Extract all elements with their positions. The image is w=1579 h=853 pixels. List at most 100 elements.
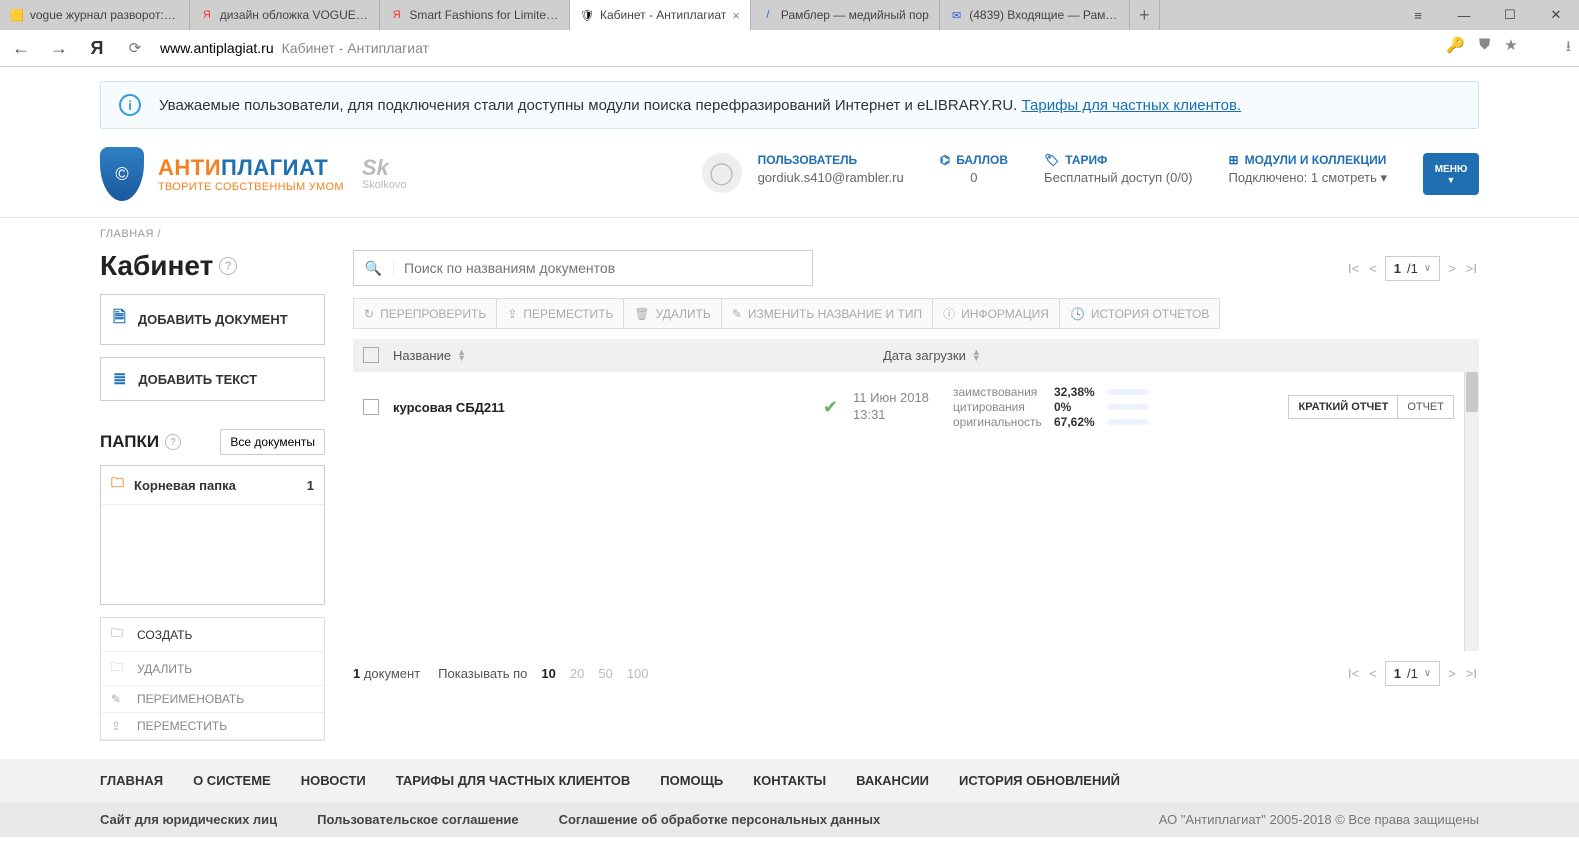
- footer-copyright: АО "Антиплагиат" 2005-2018 © Все права з…: [1159, 812, 1479, 827]
- pager-bottom: I< < 1/1∨ > >I: [1346, 661, 1479, 686]
- per-page-option[interactable]: 10: [541, 666, 555, 681]
- page-next-icon[interactable]: >: [1446, 666, 1458, 681]
- help-icon[interactable]: ?: [219, 257, 237, 275]
- logo[interactable]: © АНТИПЛАГИАТ ТВОРИТЕ СОБСТВЕННЫМ УМОМ S…: [100, 147, 406, 201]
- skolkovo-badge: SkSkolkovo: [362, 157, 407, 191]
- toolbar-rename[interactable]: ✎ИЗМЕНИТЬ НАЗВАНИЕ И ТИП: [722, 298, 933, 329]
- help-icon[interactable]: ?: [165, 434, 181, 450]
- stat-tariff: 🏷ТАРИФ Бесплатный доступ (0/0): [1044, 153, 1192, 185]
- toolbar-recheck[interactable]: ↻ПЕРЕПРОВЕРИТЬ: [353, 298, 497, 329]
- footer-biz-link[interactable]: Сайт для юридических лиц: [100, 812, 277, 827]
- page-indicator[interactable]: 1/1∨: [1385, 661, 1440, 686]
- toolbar-delete[interactable]: 🗑УДАЛИТЬ: [624, 298, 721, 329]
- stat-modules[interactable]: ⊞МОДУЛИ И КОЛЛЕКЦИИ Подключено: 1 смотре…: [1229, 153, 1387, 186]
- page-indicator[interactable]: 1/1∨: [1385, 256, 1440, 281]
- browser-tab[interactable]: ЯSmart Fashions for Limited In: [380, 0, 570, 30]
- hamburger-icon[interactable]: ≡: [1395, 0, 1441, 30]
- page-first-icon[interactable]: I<: [1346, 261, 1361, 276]
- logo-shield-icon: ©: [100, 147, 144, 201]
- search-input[interactable]: [394, 260, 812, 276]
- sort-icon[interactable]: ▲▼: [457, 349, 466, 361]
- page-last-icon[interactable]: >I: [1464, 666, 1479, 681]
- footer-nav-link[interactable]: ГЛАВНАЯ: [100, 773, 163, 788]
- refresh-icon: ↻: [364, 307, 374, 321]
- close-tab-icon[interactable]: ×: [732, 8, 740, 23]
- edit-icon: ✎: [732, 307, 742, 321]
- search-icon[interactable]: 🔍: [354, 260, 394, 277]
- window-minimize[interactable]: —: [1441, 0, 1487, 30]
- toolbar-move[interactable]: ⇪ПЕРЕМЕСТИТЬ: [497, 298, 624, 329]
- footer-terms-link[interactable]: Пользовательское соглашение: [317, 812, 518, 827]
- stat-user: ПОЛЬЗОВАТЕЛЬ gordiuk.s410@rambler.ru: [758, 153, 904, 185]
- window-close[interactable]: ✕: [1533, 0, 1579, 30]
- report-button[interactable]: ОТЧЕТ: [1398, 395, 1454, 419]
- export-icon: ⇪: [507, 307, 517, 321]
- reload-icon[interactable]: ⟳: [122, 39, 148, 57]
- page-prev-icon[interactable]: <: [1367, 261, 1379, 276]
- scrollbar[interactable]: [1464, 372, 1479, 651]
- nav-back[interactable]: ←: [8, 38, 34, 59]
- all-documents-button[interactable]: Все документы: [220, 429, 325, 455]
- per-page-option[interactable]: 20: [570, 666, 584, 681]
- nav-forward[interactable]: →: [46, 38, 72, 59]
- notice-link[interactable]: Тарифы для частных клиентов.: [1022, 97, 1242, 114]
- footer-nav-link[interactable]: ТАРИФЫ ДЛЯ ЧАСТНЫХ КЛИЕНТОВ: [396, 773, 630, 788]
- footer-nav-link[interactable]: НОВОСТИ: [301, 773, 366, 788]
- tag-icon: 🏷: [1044, 153, 1059, 167]
- sort-icon[interactable]: ▲▼: [972, 349, 981, 361]
- footer-nav-link[interactable]: ВАКАНСИИ: [856, 773, 929, 788]
- footer-nav-link[interactable]: О СИСТЕМЕ: [193, 773, 271, 788]
- browser-tab[interactable]: /Рамблер — медийный пор: [751, 0, 940, 30]
- page-prev-icon[interactable]: <: [1367, 666, 1379, 681]
- url-host: www.antiplagiat.ru: [160, 40, 274, 56]
- toolbar-history[interactable]: 🕓ИСТОРИЯ ОТЧЕТОВ: [1060, 298, 1220, 329]
- page-title: Кабинет?: [100, 250, 325, 282]
- key-icon[interactable]: 🔑: [1446, 36, 1465, 61]
- browser-tab[interactable]: 🛡Кабинет - Антиплагиат×: [570, 0, 751, 30]
- bookmark-star-icon[interactable]: ★: [1504, 36, 1517, 61]
- footer-nav-link[interactable]: ПОМОЩЬ: [660, 773, 723, 788]
- page-last-icon[interactable]: >I: [1464, 261, 1479, 276]
- doc-name[interactable]: курсовая СБД211: [393, 400, 823, 415]
- window-maximize[interactable]: ☐: [1487, 0, 1533, 30]
- chevron-down-icon: ∨: [1424, 263, 1431, 274]
- document-plus-icon: 🗎: [113, 306, 126, 333]
- folder-root[interactable]: 🗀 Корневая папка 1: [101, 466, 324, 505]
- row-checkbox[interactable]: [363, 399, 379, 415]
- menu-button[interactable]: МЕНЮ▼: [1423, 153, 1479, 195]
- select-all-checkbox[interactable]: [363, 347, 379, 363]
- pager-top: I< < 1/1∨ > >I: [1346, 256, 1479, 281]
- folder-create[interactable]: 🗀СОЗДАТЬ: [101, 618, 324, 652]
- folders-heading: ПАПКИ: [100, 432, 159, 452]
- modules-icon: ⊞: [1229, 153, 1239, 167]
- add-text-button[interactable]: ≣ ДОБАВИТЬ ТЕКСТ: [100, 357, 325, 401]
- page-next-icon[interactable]: >: [1446, 261, 1458, 276]
- add-document-button[interactable]: 🗎 ДОБАВИТЬ ДОКУМЕНТ: [100, 294, 325, 345]
- shield-icon-small[interactable]: ⛊: [1479, 36, 1490, 61]
- yandex-home[interactable]: Я: [84, 38, 110, 59]
- breadcrumb[interactable]: ГЛАВНАЯ /: [100, 228, 1479, 240]
- address-bar[interactable]: www.antiplagiat.ru Кабинет - Антиплагиат: [160, 40, 1434, 56]
- short-report-button[interactable]: КРАТКИЙ ОТЧЕТ: [1288, 395, 1398, 419]
- url-title: Кабинет - Антиплагиат: [282, 40, 429, 56]
- search-box: 🔍: [353, 250, 813, 286]
- pencil-icon: ✎: [111, 692, 127, 706]
- per-page-option[interactable]: 100: [627, 666, 649, 681]
- new-tab-button[interactable]: +: [1130, 0, 1160, 30]
- toolbar-info[interactable]: ⓘИНФОРМАЦИЯ: [933, 298, 1060, 329]
- browser-tab[interactable]: Ядизайн обложка VOGUE ре: [190, 0, 380, 30]
- col-date[interactable]: Дата загрузки: [883, 348, 966, 363]
- avatar-icon: ◯: [702, 153, 742, 193]
- per-page-option[interactable]: 50: [598, 666, 612, 681]
- download-icon[interactable]: ⭳: [1566, 36, 1571, 61]
- footer-privacy-link[interactable]: Соглашение об обработке персональных дан…: [559, 812, 881, 827]
- footer-nav-link[interactable]: КОНТАКТЫ: [753, 773, 826, 788]
- col-name[interactable]: Название: [393, 348, 451, 363]
- page-first-icon[interactable]: I<: [1346, 666, 1361, 681]
- doc-count: 1 документ: [353, 666, 420, 681]
- move-icon: ⇪: [111, 719, 127, 733]
- clock-icon: 🕓: [1070, 307, 1085, 321]
- footer-nav-link[interactable]: ИСТОРИЯ ОБНОВЛЕНИЙ: [959, 773, 1120, 788]
- browser-tab[interactable]: 🟨vogue журнал разворот: 10: [0, 0, 190, 30]
- browser-tab[interactable]: ✉(4839) Входящие — Рамбле: [940, 0, 1130, 30]
